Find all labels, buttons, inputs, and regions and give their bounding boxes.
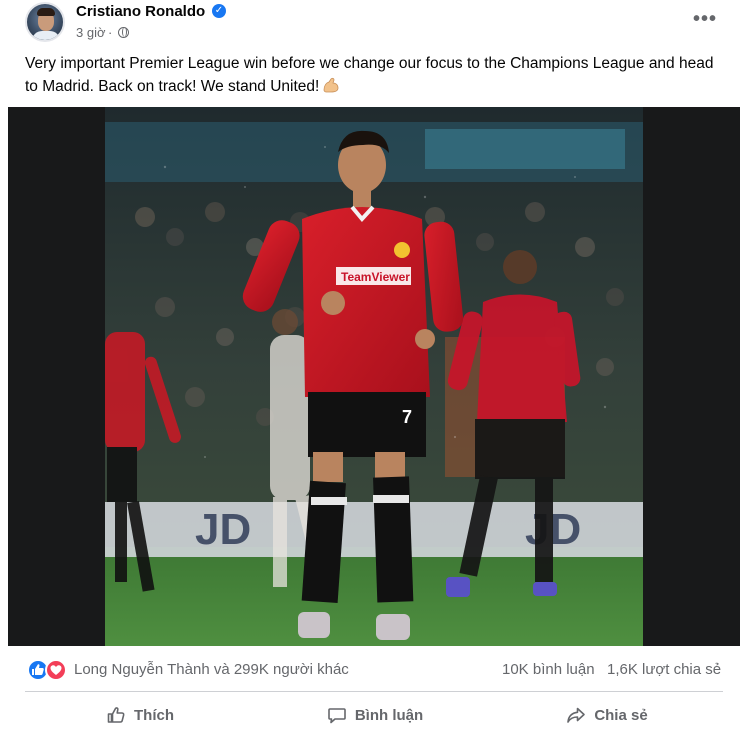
caption-text: Very important Premier League win before… <box>25 55 714 95</box>
post-actions: Thích Bình luận Chia sẻ <box>0 694 740 737</box>
comment-label: Bình luận <box>354 706 424 724</box>
like-button[interactable]: Thích <box>95 696 185 734</box>
photo-scene: JD JD TeamViewer 7 <box>105 107 643 646</box>
football-player-photo[interactable]: JD JD TeamViewer 7 <box>105 107 643 646</box>
post-timestamp[interactable]: 3 giờ <box>76 25 106 40</box>
author-avatar[interactable] <box>25 2 65 42</box>
reactions-summary: Long Nguyễn Thành và 299K người khác 10K… <box>0 650 740 688</box>
reaction-summary-text[interactable]: Long Nguyễn Thành và 299K người khác <box>74 661 349 678</box>
comment-icon <box>328 708 346 724</box>
love-icon[interactable] <box>45 659 67 681</box>
divider <box>25 691 723 692</box>
author-name[interactable]: Cristiano Ronaldo <box>76 3 205 20</box>
shares-count[interactable]: 1,6K lượt chia sẻ <box>607 661 721 678</box>
comments-count[interactable]: 10K bình luận <box>502 661 595 678</box>
post-header: Cristiano Ronaldo ✓ 3 giờ · ••• <box>0 0 740 48</box>
svg-text:TeamViewer: TeamViewer <box>341 270 410 284</box>
thumbs-up-icon <box>107 707 125 723</box>
post-caption: Very important Premier League win before… <box>25 52 715 98</box>
like-label: Thích <box>134 706 174 724</box>
meta-separator: · <box>108 25 113 40</box>
comment-button[interactable]: Bình luận <box>315 696 435 734</box>
share-button[interactable]: Chia sẻ <box>557 696 657 734</box>
svg-text:JD: JD <box>525 505 581 554</box>
facebook-post: Cristiano Ronaldo ✓ 3 giờ · ••• Very imp… <box>0 0 740 737</box>
svg-text:7: 7 <box>402 407 412 427</box>
more-options-icon[interactable]: ••• <box>690 9 720 30</box>
post-media[interactable]: JD JD TeamViewer 7 <box>8 107 740 646</box>
globe-icon[interactable] <box>118 27 129 38</box>
svg-text:JD: JD <box>195 505 251 554</box>
flexed-biceps-icon <box>323 77 339 93</box>
verified-badge-icon: ✓ <box>212 4 226 18</box>
share-label: Chia sẻ <box>594 706 648 724</box>
share-arrow-icon <box>567 707 586 723</box>
